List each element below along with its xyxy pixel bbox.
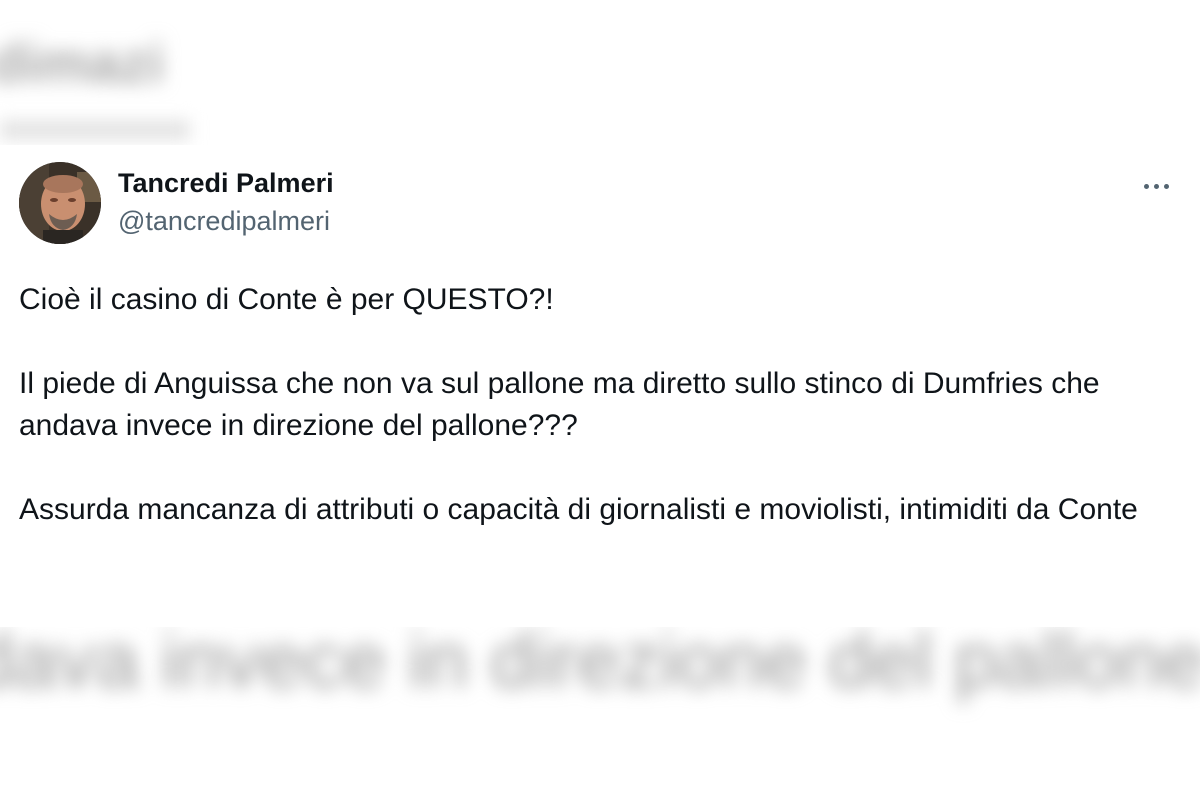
blurred-background-text-top: dimazi — [0, 31, 165, 94]
more-options-icon — [1153, 183, 1159, 189]
more-options-icon — [1163, 183, 1169, 189]
tweet-text: Cioè il casino di Conte è per QUESTO?! I… — [19, 279, 1169, 531]
avatar[interactable] — [19, 162, 101, 244]
author-name[interactable]: Tancredi Palmeri — [118, 168, 334, 198]
author-handle[interactable]: @tancredipalmeri — [118, 206, 334, 236]
tweet-paragraph: Il piede di Anguissa che non va sul pall… — [19, 367, 1100, 442]
more-options-icon — [1143, 183, 1149, 189]
more-options-button[interactable] — [1136, 171, 1176, 201]
tweet-author: Tancredi Palmeri @tancredipalmeri — [118, 168, 334, 236]
tweet-card: Tancredi Palmeri @tancredipalmeri Cioè i… — [0, 145, 1200, 627]
blurred-background-line — [0, 120, 190, 140]
blurred-background-text-bottom: dava invece in direzione del pallone — [0, 616, 1200, 704]
tweet-paragraph: Assurda mancanza di attributi o capacità… — [19, 493, 1138, 526]
profile-photo-icon — [19, 162, 101, 244]
tweet-paragraph: Cioè il casino di Conte è per QUESTO?! — [19, 283, 554, 316]
